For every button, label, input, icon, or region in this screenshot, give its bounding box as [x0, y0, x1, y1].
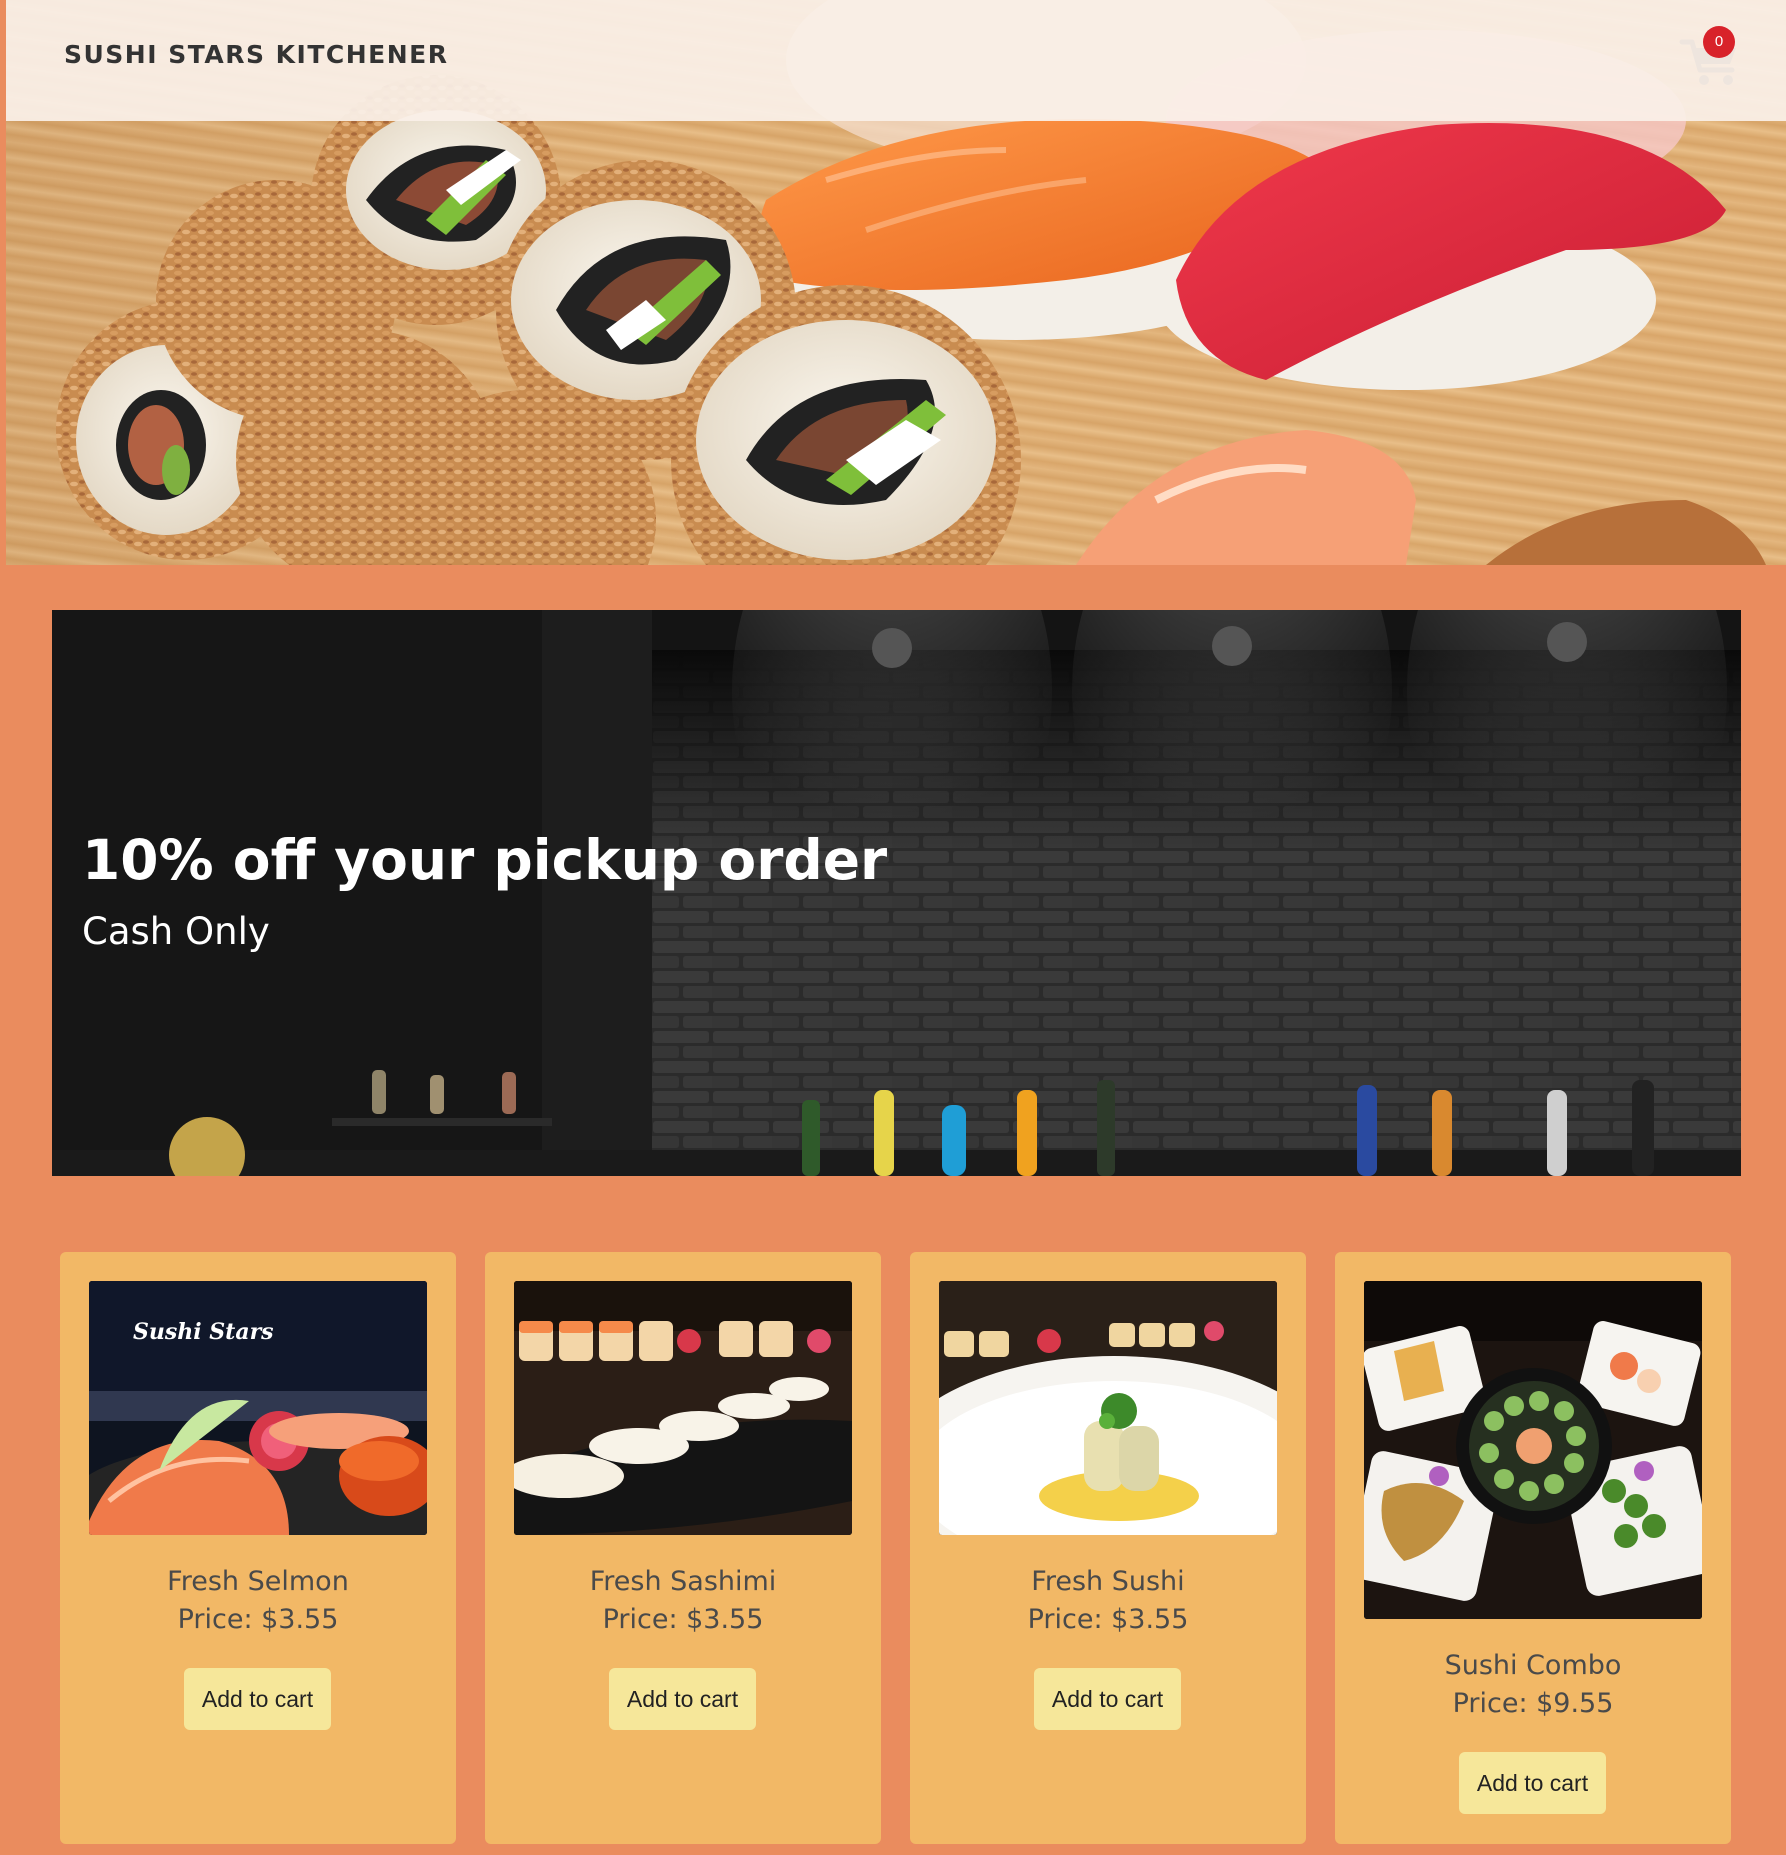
promo-banner: 10% off your pickup order Cash Only: [52, 610, 1741, 1176]
product-price: Price: $3.55: [602, 1604, 764, 1635]
product-name: Fresh Sashimi: [589, 1566, 777, 1597]
sashimi-platter-image: [514, 1281, 852, 1535]
cart-count-badge: 0: [1703, 26, 1735, 58]
site-brand[interactable]: SUSHI STARS KITCHENER: [64, 40, 449, 69]
product-card: Sushi Combo Price: $9.55 Add to cart: [1335, 1252, 1731, 1844]
product-price: Price: $9.55: [1452, 1688, 1614, 1719]
sushi-combo-image: [1364, 1281, 1702, 1619]
add-to-cart-button[interactable]: Add to cart: [184, 1668, 331, 1730]
product-name: Fresh Sushi: [1031, 1566, 1185, 1597]
product-image[interactable]: Sushi Stars: [89, 1281, 427, 1535]
product-image[interactable]: [1364, 1281, 1702, 1619]
product-card: Fresh Sushi Price: $3.55 Add to cart: [910, 1252, 1306, 1844]
hero-banner: SUSHI STARS KITCHENER: [6, 0, 1786, 565]
product-image[interactable]: [514, 1281, 852, 1535]
product-name: Fresh Selmon: [167, 1566, 349, 1597]
promo-subtitle: Cash Only: [82, 910, 270, 953]
add-to-cart-button[interactable]: Add to cart: [1034, 1668, 1181, 1730]
promo-title: 10% off your pickup order: [82, 828, 888, 892]
product-price: Price: $3.55: [177, 1604, 339, 1635]
product-card: Sushi Stars Fresh Selmon Price: $3.55 Ad…: [60, 1252, 456, 1844]
add-to-cart-button[interactable]: Add to cart: [609, 1668, 756, 1730]
product-card: Fresh Sashimi Price: $3.55 Add to cart: [485, 1252, 881, 1844]
product-image[interactable]: [939, 1281, 1277, 1535]
salmon-plate-image: Sushi Stars: [89, 1281, 427, 1535]
add-to-cart-button[interactable]: Add to cart: [1459, 1752, 1606, 1814]
navbar: SUSHI STARS KITCHENER: [6, 0, 1786, 121]
product-price: Price: $3.55: [1027, 1604, 1189, 1635]
sushi-plate-image: [939, 1281, 1277, 1535]
product-name: Sushi Combo: [1444, 1650, 1622, 1681]
restaurant-interior-image: [52, 610, 1741, 1176]
restaurant-sign: Sushi Stars: [133, 1319, 274, 1345]
